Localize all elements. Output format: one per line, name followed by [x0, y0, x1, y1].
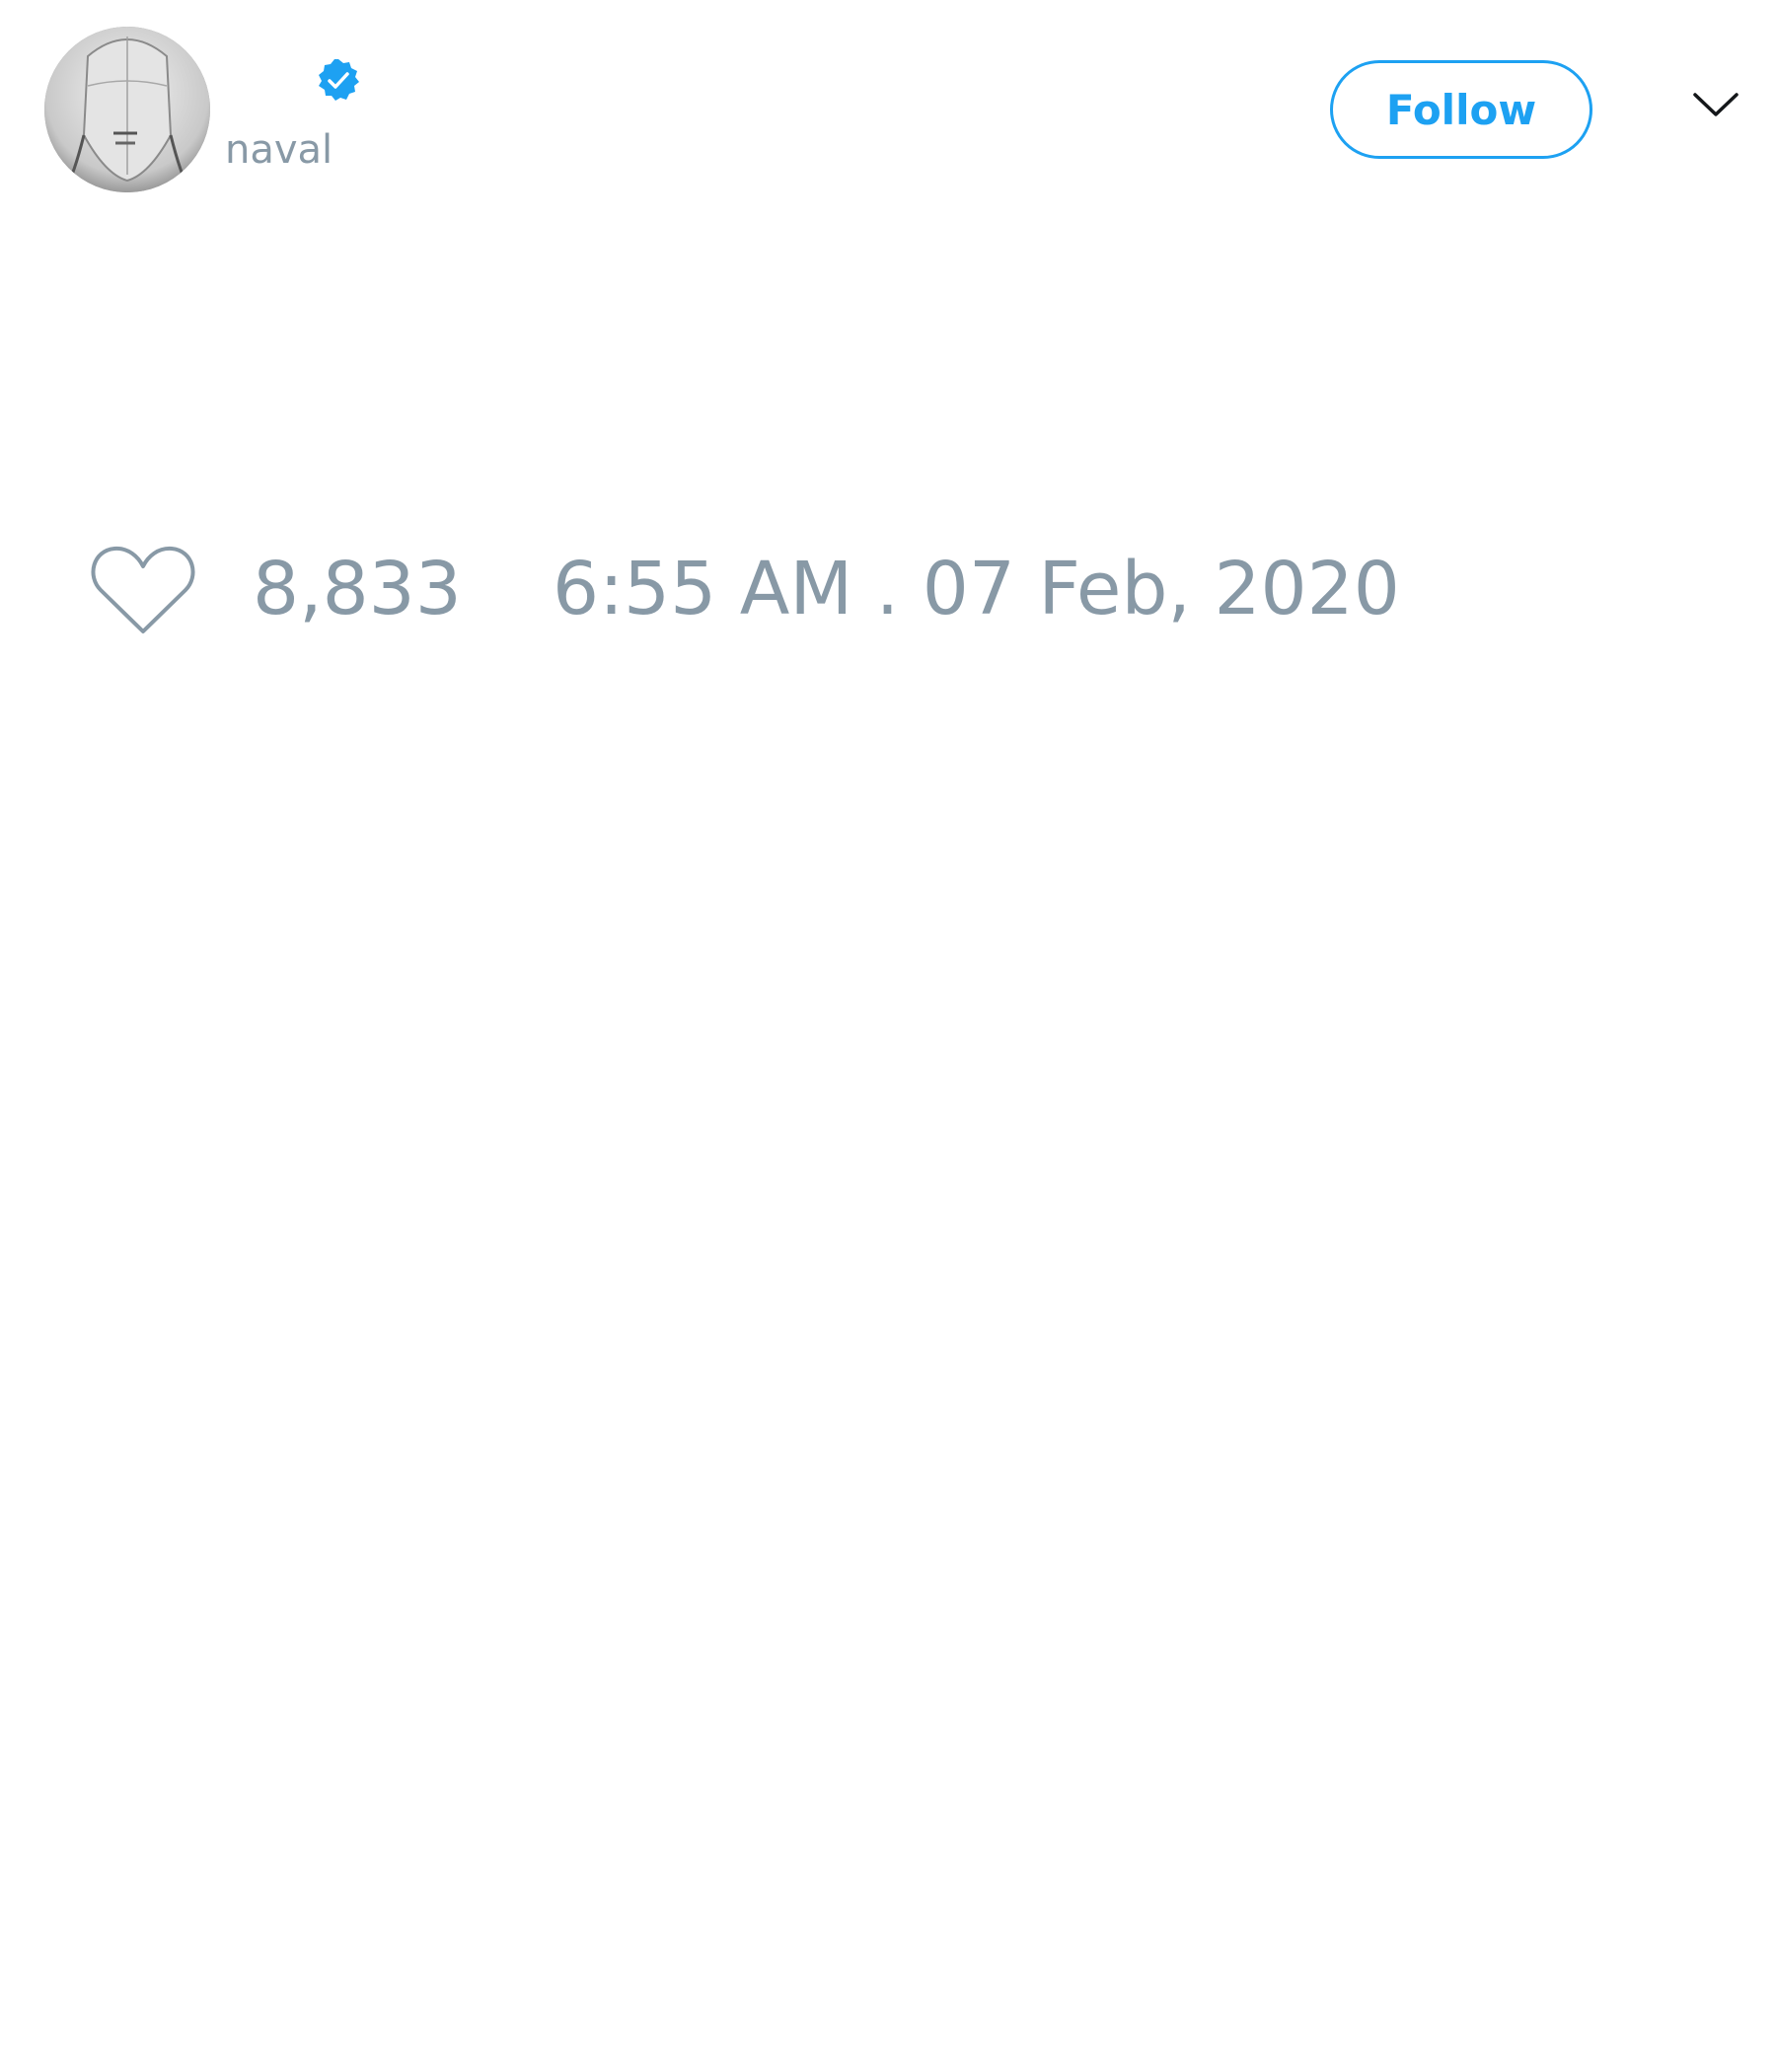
- like-count: 8,833: [253, 547, 462, 631]
- verified-badge-icon: [319, 59, 359, 101]
- avatar[interactable]: [44, 27, 210, 192]
- avatar-image: [44, 27, 210, 192]
- follow-button[interactable]: Follow: [1330, 60, 1592, 159]
- heart-outline-icon[interactable]: [89, 543, 197, 637]
- author-handle[interactable]: naval: [225, 126, 333, 174]
- chevron-down-icon[interactable]: [1691, 89, 1740, 120]
- tweet-card: naval Follow 8,833 6:55 AM . 07 Feb, 202…: [0, 0, 1776, 2072]
- tweet-timestamp[interactable]: 6:55 AM . 07 Feb, 2020: [553, 548, 1400, 630]
